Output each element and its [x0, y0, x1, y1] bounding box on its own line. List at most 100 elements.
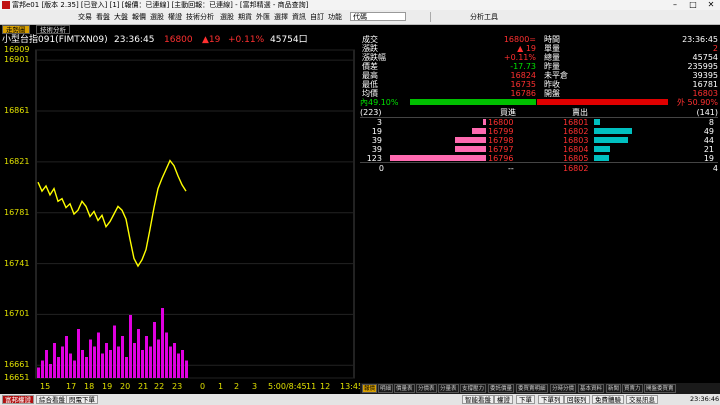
bid-header: 買進	[500, 108, 516, 117]
status-button-order-bar[interactable]: 下單列	[538, 395, 564, 404]
quote-value: 16824	[510, 71, 536, 80]
volume-bar	[109, 350, 112, 378]
menu-item-fx[interactable]: 外匯	[256, 10, 270, 24]
bid-price: 16799	[488, 127, 514, 136]
chart-time: 23:36:45	[114, 35, 155, 45]
quote-label: 均價	[362, 89, 378, 98]
y-tick-label: 16861	[4, 106, 30, 116]
status-button-trial[interactable]: 免費體驗	[592, 395, 624, 404]
status-button-warrant[interactable]: 富邦權證	[2, 395, 34, 404]
app-logo-icon	[2, 1, 10, 9]
intraday-chart[interactable]	[0, 46, 358, 382]
status-button-order[interactable]: 下單	[516, 395, 535, 404]
volume-bar	[145, 336, 148, 378]
volume-bar	[137, 329, 140, 378]
menu-item-watch[interactable]: 看盤	[96, 10, 110, 24]
menu-item-technical[interactable]: 技術分析	[186, 10, 214, 24]
volume-bar	[121, 336, 124, 378]
volume-bar	[165, 332, 168, 378]
bottom-tab[interactable]: 分時分價	[550, 384, 577, 393]
menu-item-screen2[interactable]: 選股	[220, 10, 234, 24]
quote-value: 2	[712, 44, 718, 53]
x-tick-label: 5:00/8:45	[268, 382, 307, 391]
y-tick-label: 16781	[4, 207, 30, 217]
menu-item-functions[interactable]: 功能	[328, 10, 342, 24]
quote-label: 未平倉	[544, 71, 568, 80]
quote-label: 單量	[544, 44, 560, 53]
menu-item-warrant[interactable]: 權證	[168, 10, 182, 24]
volume-bar	[173, 343, 176, 378]
quote-label: 價差	[362, 62, 378, 71]
ask-price: 16804	[563, 145, 589, 154]
status-bar: 富邦權證 綜合看盤 閃電下單 智能看盤 權證 下單 下單列 回報列 免費體驗 交…	[0, 394, 720, 405]
volume-bar	[157, 339, 160, 378]
bottom-tab[interactable]: 新聞	[606, 384, 622, 393]
volume-bar	[149, 346, 152, 378]
quote-value: 16803	[692, 89, 718, 98]
window-title: 富邦e01 [版本 2.35] [已登入] [1] [報價：已連線] [主動回報…	[12, 1, 309, 9]
code-input[interactable]: 代碼	[350, 12, 406, 21]
ask-depth-bar	[594, 119, 601, 125]
bid-qty: 19	[371, 127, 382, 136]
quote-label: 總量	[544, 53, 560, 62]
volume-bar	[185, 360, 188, 378]
bottom-tab[interactable]: 價量表	[394, 384, 415, 393]
bottom-tab[interactable]: 買賣力	[622, 384, 643, 393]
volume-bar	[41, 360, 44, 378]
volume-bar	[181, 350, 184, 378]
analysis-tool-button[interactable]: 分析工具	[470, 10, 498, 24]
ask-qty: 21	[703, 145, 714, 154]
quote-value: 39395	[692, 71, 718, 80]
menu-item-options[interactable]: 選擇	[274, 10, 288, 24]
book-divider	[360, 162, 718, 163]
volume-bar	[53, 343, 56, 378]
menu-item-futures[interactable]: 期貨	[238, 10, 252, 24]
volume-bar	[57, 357, 60, 378]
tab-technical[interactable]: 技術分析	[36, 25, 70, 34]
menu-item-info[interactable]: 資訊	[292, 10, 306, 24]
menu-item-market[interactable]: 大盤	[114, 10, 128, 24]
menu-item-screen[interactable]: 選股	[150, 10, 164, 24]
tab-trend[interactable]: 走勢圖	[2, 25, 30, 34]
close-button[interactable]: ✕	[702, 0, 720, 10]
bottom-tab[interactable]: 支撐壓力	[460, 384, 487, 393]
menu-item-trade[interactable]: 交易	[78, 10, 92, 24]
outer-bar	[537, 99, 668, 105]
chart-header: 小型台指091(FIMTXN09) 23:36:45 16800 ▲19 +0.…	[2, 34, 357, 46]
menu-item-custom[interactable]: 自訂	[310, 10, 324, 24]
quote-label: 昨量	[544, 62, 560, 71]
x-tick-label: 2	[234, 382, 240, 391]
bottom-tab[interactable]: 明細	[378, 384, 394, 393]
bottom-tab[interactable]: 開盤委買賣	[644, 384, 676, 393]
maximize-button[interactable]: □	[684, 0, 702, 10]
status-button-messages[interactable]: 交易訊息	[626, 395, 658, 404]
volume-bar	[69, 353, 72, 378]
status-button-overview[interactable]: 綜合看盤	[36, 395, 68, 404]
outer-percent: 外 50.90%	[676, 98, 718, 107]
status-button-flash-order[interactable]: 閃電下單	[66, 395, 98, 404]
status-button-warrant2[interactable]: 權證	[494, 395, 513, 404]
bottom-tab[interactable]: 委託價量	[488, 384, 515, 393]
volume-bar	[89, 339, 92, 378]
menu-item-quote[interactable]: 報價	[132, 10, 146, 24]
ask-header: 賣出	[572, 108, 588, 117]
status-button-smart[interactable]: 智能看盤	[462, 395, 494, 404]
x-tick-label: 1	[218, 382, 224, 391]
volume-bar	[125, 357, 128, 378]
bid-total: (223)	[360, 108, 382, 117]
volume-bar	[105, 343, 108, 378]
bottom-tab[interactable]: 分量表	[438, 384, 459, 393]
y-tick-label: 16741	[4, 258, 30, 268]
chart-frame	[35, 49, 355, 379]
volume-bar	[161, 308, 164, 378]
status-button-report-bar[interactable]: 回報列	[564, 395, 590, 404]
price-line	[37, 159, 187, 268]
volume-bar	[169, 346, 172, 378]
minimize-button[interactable]: –	[666, 0, 684, 10]
bottom-tab[interactable]: 基本資料	[578, 384, 605, 393]
bottom-tab[interactable]: 分價表	[416, 384, 437, 393]
volume-bar	[81, 350, 84, 378]
bottom-tab[interactable]: 報價	[362, 384, 378, 393]
quote-label: 漲跌	[362, 44, 378, 53]
bottom-tab[interactable]: 委買賣明細	[516, 384, 548, 393]
